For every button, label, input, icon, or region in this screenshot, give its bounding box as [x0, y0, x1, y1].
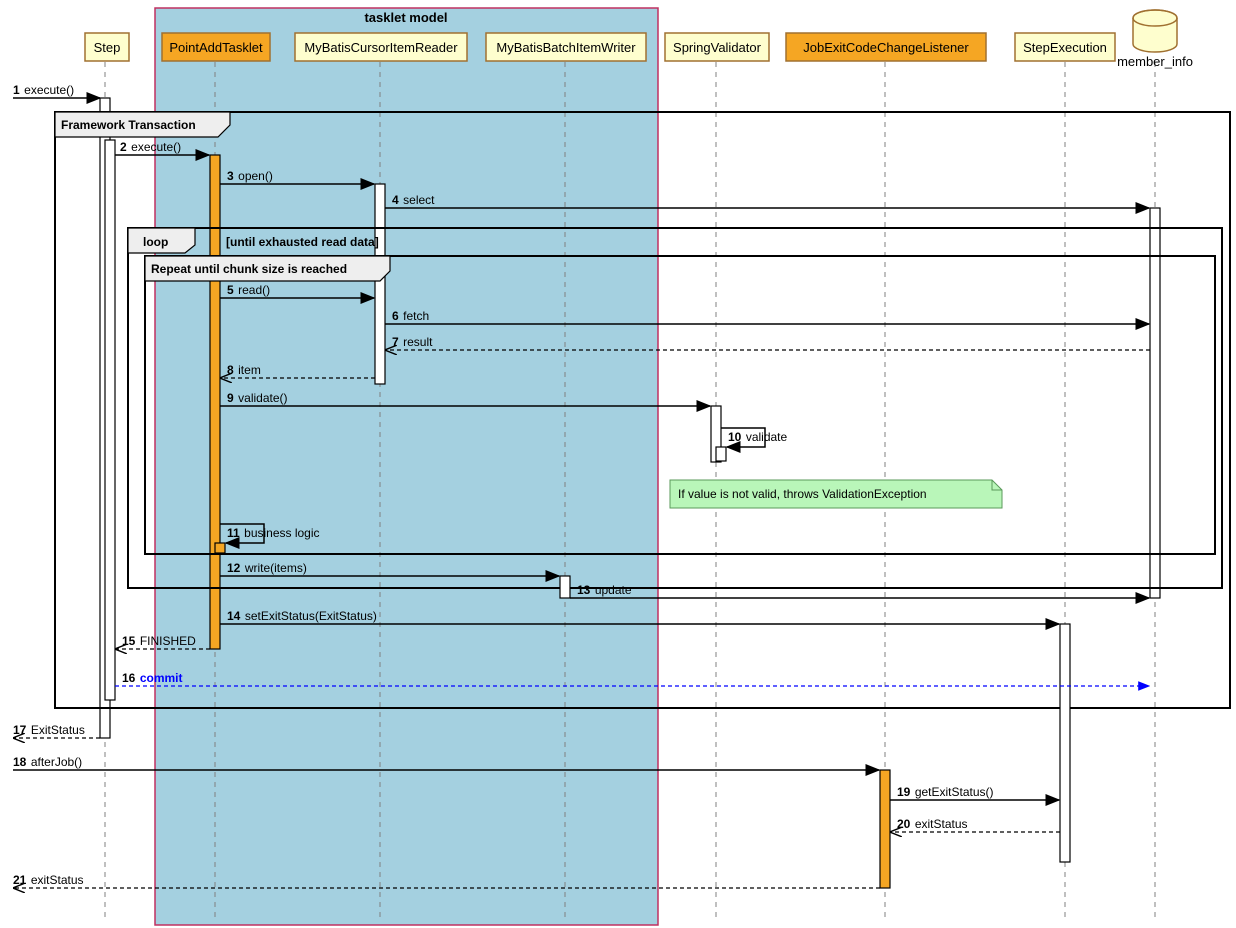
note-text: If value is not valid, throws Validation… [678, 487, 927, 501]
msg12-label: 12 write(items) [227, 559, 307, 576]
msg18-label: 18 afterJob() [13, 753, 82, 770]
msg7-label: 7 result [392, 333, 433, 350]
participant-step-label: Step [94, 40, 121, 55]
activation-reader1 [375, 184, 385, 384]
activation-tasklet [210, 155, 220, 649]
msg6-label: 6 fetch [392, 307, 429, 324]
frame-loop-label: loop [143, 235, 168, 249]
activation-db1 [1150, 208, 1160, 598]
msg9-label: 9 validate() [227, 389, 288, 406]
tasklet-region [155, 8, 658, 925]
participant-db-label: member_info [1117, 54, 1193, 69]
msg19-label: 19 getExitStatus() [897, 783, 994, 800]
msg11-label: 11 business logic [227, 524, 320, 541]
activation-listener [880, 770, 890, 888]
msg17-label: 17 ExitStatus [13, 721, 85, 738]
msg21-label: 21 exitStatus [13, 871, 84, 888]
msg10-label: 10 validate [728, 428, 788, 445]
msg13-label: 13 update [577, 581, 632, 598]
participant-tasklet-label: PointAddTasklet [169, 40, 263, 55]
activation-tasklet-self [215, 543, 225, 553]
msg15-label: 15 FINISHED [122, 632, 196, 649]
msg14-label: 14 setExitStatus(ExitStatus) [227, 607, 377, 624]
frame-loop-cond: [until exhausted read data] [226, 235, 379, 249]
msg20-label: 20 exitStatus [897, 815, 968, 832]
participant-validator-label: SpringValidator [673, 40, 762, 55]
activation-step2 [105, 140, 115, 700]
region-title: tasklet model [364, 10, 447, 25]
msg8-label: 8 item [227, 361, 261, 378]
activation-stepexec [1060, 624, 1070, 862]
activation-validator-self [716, 447, 726, 461]
frame-framework-label: Framework Transaction [61, 118, 196, 132]
msg16-label: 16 commit [122, 669, 183, 686]
participant-writer-label: MyBatisBatchItemWriter [496, 40, 636, 55]
msg3-label: 3 open() [227, 167, 273, 184]
msg4-label: 4 select [392, 191, 435, 208]
activation-writer [560, 576, 570, 598]
participant-reader-label: MyBatisCursorItemReader [304, 40, 458, 55]
msg1-label: 1 execute() [13, 81, 74, 98]
frame-repeat-label: Repeat until chunk size is reached [151, 262, 347, 276]
msg5-label: 5 read() [227, 281, 270, 298]
msg2-label: 2 execute() [120, 138, 181, 155]
participant-stepexec-label: StepExecution [1023, 40, 1107, 55]
participant-listener-label: JobExitCodeChangeListener [803, 40, 969, 55]
sequence-diagram: tasklet model Step PointAddTasklet MyBat… [0, 0, 1236, 928]
